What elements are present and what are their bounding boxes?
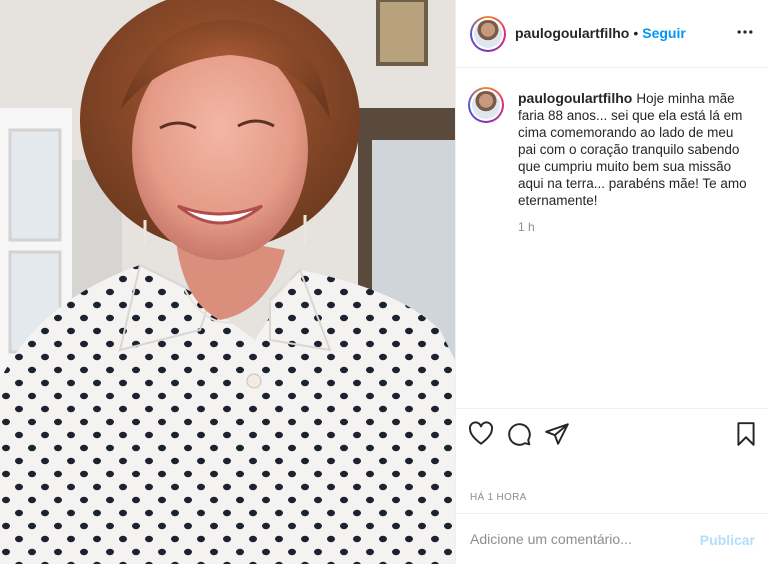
post-photo[interactable]: [0, 0, 455, 564]
share-icon[interactable]: [544, 421, 570, 447]
instagram-post: paulogoulartfilho • Seguir paulogoulartf…: [0, 0, 768, 564]
post-header: paulogoulartfilho • Seguir: [456, 0, 768, 68]
header-username[interactable]: paulogoulartfilho: [515, 25, 629, 41]
action-bar: [456, 408, 768, 456]
separator-dot: •: [633, 25, 639, 41]
caption-username[interactable]: paulogoulartfilho: [518, 90, 632, 106]
post-side-panel: paulogoulartfilho • Seguir paulogoulartf…: [455, 0, 768, 564]
post-timestamp[interactable]: HÁ 1 HORA: [470, 492, 527, 503]
photo-illustration: [0, 0, 455, 564]
caption-text: paulogoulartfilho Hoje minha mãe faria 88…: [518, 90, 748, 209]
comment-icon[interactable]: [506, 421, 532, 447]
caption-avatar[interactable]: [468, 87, 504, 123]
avatar-image: [474, 20, 502, 48]
bookmark-icon[interactable]: [733, 421, 759, 447]
caption-timestamp[interactable]: 1 h: [518, 220, 535, 234]
publish-button[interactable]: Publicar: [700, 532, 755, 548]
avatar-image: [472, 91, 500, 119]
more-options-icon[interactable]: [735, 22, 755, 42]
caption-body: Hoje minha mãe faria 88 anos... sei que …: [518, 91, 747, 208]
heart-icon[interactable]: [468, 421, 494, 447]
comment-bar: Publicar: [456, 513, 768, 564]
follow-button[interactable]: Seguir: [642, 25, 686, 41]
comment-input[interactable]: [470, 528, 690, 550]
header-meta: paulogoulartfilho • Seguir: [515, 25, 686, 41]
author-avatar[interactable]: [470, 16, 506, 52]
